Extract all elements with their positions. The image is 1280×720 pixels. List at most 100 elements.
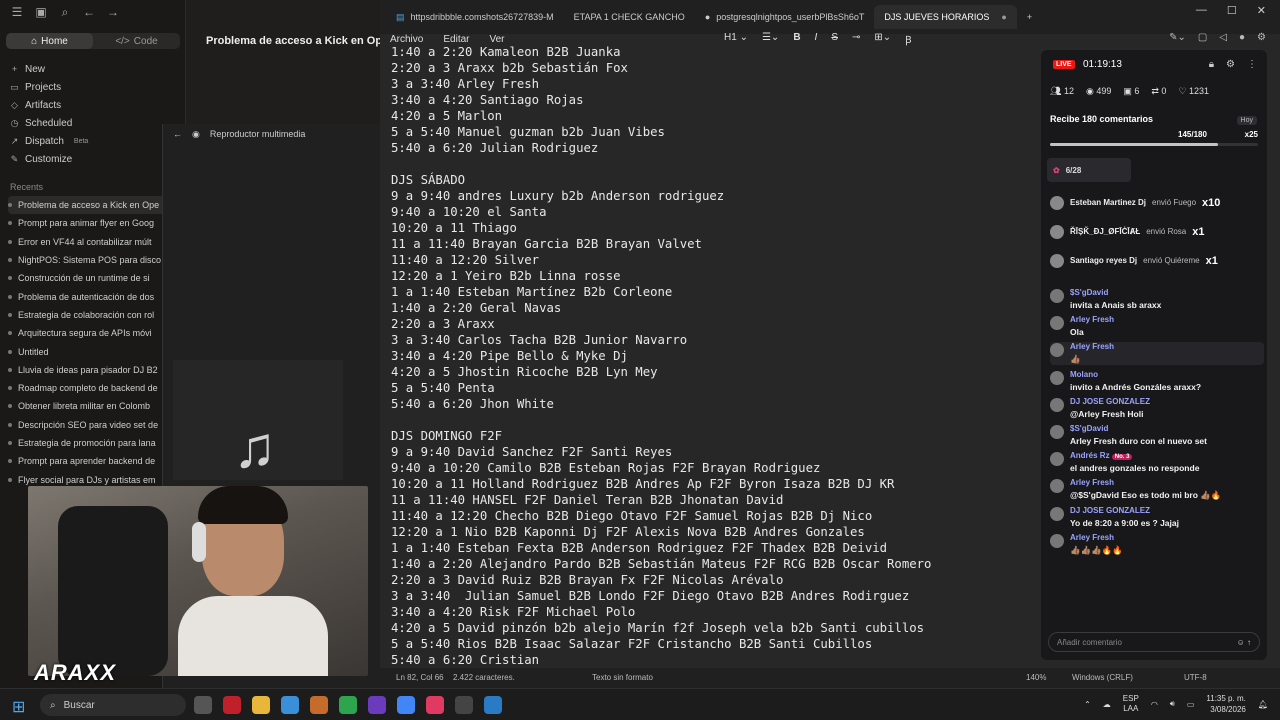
settings-icon[interactable]: ⚙ bbox=[1257, 32, 1266, 43]
nav-scheduled[interactable]: ◷ Scheduled bbox=[10, 114, 88, 132]
notepad-icon[interactable] bbox=[484, 696, 502, 714]
recent-chat-item[interactable]: Problema de autenticación de dos bbox=[8, 287, 164, 305]
sidebar-toggle-icon[interactable]: ▣ bbox=[34, 5, 48, 20]
comment-input[interactable]: Añadir comentario ☺ ↑ bbox=[1048, 632, 1260, 652]
forward-icon[interactable]: → bbox=[106, 5, 120, 20]
music-note-icon: ♫ bbox=[233, 415, 277, 480]
chat-message[interactable]: $S'gDavid invita a Anais sb araxx bbox=[1050, 288, 1264, 310]
tab-postgres[interactable]: ● postgresqlnightpos_userbPlBsSh6oT bbox=[695, 5, 875, 29]
share-icon[interactable]: ▢ bbox=[1198, 32, 1207, 43]
nav-dispatch[interactable]: ↗ Dispatch Beta bbox=[10, 132, 89, 150]
message-text: invita a Anais sb araxx bbox=[1070, 300, 1162, 310]
shirt bbox=[178, 596, 328, 676]
notifications-icon[interactable]: 🔔︎ bbox=[1258, 700, 1268, 709]
tab-etapa[interactable]: ETAPA 1 CHECK GANCHO bbox=[564, 5, 695, 29]
copilot-icon[interactable]: ✎⌄ bbox=[1169, 32, 1186, 43]
settings-icon[interactable]: ⚙ bbox=[1226, 59, 1235, 70]
nav-customize[interactable]: ✎ Customize bbox=[10, 150, 88, 168]
tiktok-icon[interactable] bbox=[426, 696, 444, 714]
store-icon[interactable] bbox=[281, 696, 299, 714]
opera-icon[interactable] bbox=[223, 696, 241, 714]
chat-message[interactable]: Arley Fresh 👍🏽 bbox=[1050, 342, 1264, 365]
lock-icon[interactable]: 🔒︎ bbox=[1209, 59, 1214, 70]
goal-progress-fill bbox=[1050, 143, 1218, 146]
chat-message[interactable]: Andrés Rz No. 3 el andres gonzales no res… bbox=[1050, 451, 1264, 473]
clock[interactable]: 11:35 p. m. 3/08/2026 bbox=[1206, 693, 1245, 715]
tab-code[interactable]: </> Code bbox=[93, 33, 180, 49]
recent-chat-item[interactable]: NightPOS: Sistema POS para disco bbox=[8, 251, 164, 269]
nav-projects[interactable]: ▭ Projects bbox=[10, 78, 88, 96]
language-indicator[interactable]: ESP LAA bbox=[1123, 694, 1139, 714]
nav-new[interactable]: + New bbox=[10, 60, 88, 78]
recent-chat-item[interactable]: Arquitectura segura de APIs móvi bbox=[8, 324, 164, 342]
menu-icon[interactable]: ☰ bbox=[10, 5, 24, 20]
gaming-chair bbox=[58, 506, 168, 676]
menu-ver[interactable]: Ver bbox=[489, 34, 504, 45]
maximize-icon[interactable]: ☐ bbox=[1227, 4, 1237, 17]
chevron-up-icon[interactable]: ⌃ bbox=[1084, 700, 1091, 709]
whatsapp-icon[interactable] bbox=[339, 696, 357, 714]
file-explorer-icon[interactable] bbox=[252, 696, 270, 714]
battery-icon[interactable]: ▭ bbox=[1187, 700, 1195, 709]
windows-start-icon[interactable]: ⊞ bbox=[12, 697, 25, 717]
announce-icon[interactable]: ◁ bbox=[1219, 32, 1227, 43]
more-icon[interactable]: ⋮ bbox=[1247, 59, 1257, 70]
encoding[interactable]: UTF-8 bbox=[1184, 673, 1207, 682]
chat-dot-icon bbox=[8, 294, 12, 299]
volume-icon[interactable]: 🔊︎ bbox=[1170, 699, 1175, 709]
chat-message[interactable]: Arley Fresh @$S'gDavid Eso es todo mi bro… bbox=[1050, 478, 1264, 501]
app-icon[interactable] bbox=[310, 696, 328, 714]
recent-chat-item[interactable]: Descripción SEO para video set de bbox=[8, 416, 164, 434]
tab-home[interactable]: ⌂ Home bbox=[6, 33, 93, 49]
chat-message[interactable]: DJ JOSE GONZALEZ @Arley Fresh Holi bbox=[1050, 397, 1264, 419]
chat-message[interactable]: Arley Fresh Ola bbox=[1050, 315, 1264, 337]
recent-chat-item[interactable]: Construcción de un runtime de si bbox=[8, 269, 164, 287]
avatar[interactable]: ● bbox=[1239, 32, 1245, 43]
chat-message[interactable]: Molano invito a Andrés Gonzáles araxx? bbox=[1050, 370, 1264, 392]
line-ending[interactable]: Windows (CRLF) bbox=[1072, 673, 1133, 682]
app-icon[interactable] bbox=[368, 696, 386, 714]
wifi-icon[interactable]: ◠ bbox=[1151, 700, 1158, 709]
recent-chat-item[interactable]: Obtener libreta militar en Colomb bbox=[8, 397, 164, 415]
chat-message[interactable]: Arley Fresh 👍🏽👍🏽👍🏽🔥🔥 bbox=[1050, 533, 1264, 556]
back-icon[interactable]: ← bbox=[82, 5, 96, 20]
zoom-level[interactable]: 140% bbox=[1026, 673, 1046, 682]
recent-chat-item[interactable]: Error en VF44 al contabilizar múlt bbox=[8, 233, 164, 251]
recent-chat-item[interactable]: Prompt para animar flyer en Goog bbox=[8, 214, 164, 232]
nav-artifacts[interactable]: ◇ Artifacts bbox=[10, 96, 88, 114]
tab-djs-jueves[interactable]: DJS JUEVES HORARIOS ● bbox=[874, 5, 1017, 29]
recent-chat-item[interactable]: Lluvia de ideas para pisador DJ B2 bbox=[8, 361, 164, 379]
chat-message[interactable]: $S'gDavid Arley Fresh duro con el nuevo s… bbox=[1050, 424, 1264, 446]
chat-message[interactable]: DJ JOSE GONZALEZ Yo de 8:20 a 9:00 es ? J… bbox=[1050, 506, 1264, 528]
message-body: Arley Fresh 👍🏽 bbox=[1070, 342, 1114, 365]
new-tab-button[interactable]: + bbox=[1017, 5, 1042, 29]
message-body: Arley Fresh Ola bbox=[1070, 315, 1114, 337]
gift-counter[interactable]: ✿ 6/28 bbox=[1047, 158, 1131, 182]
menu-archivo[interactable]: Archivo bbox=[390, 34, 423, 45]
send-icon[interactable]: ☺ ↑ bbox=[1237, 638, 1251, 647]
avatar bbox=[1050, 224, 1064, 239]
onedrive-icon[interactable]: ☁ bbox=[1103, 700, 1111, 709]
recent-chat-item[interactable]: Estrategia de promoción para lana bbox=[8, 434, 164, 452]
format-label[interactable]: Texto sin formato bbox=[592, 673, 653, 682]
text-editor[interactable]: 1:40 a 2:20 Kamaleon B2B Juanka 2:20 a 3… bbox=[391, 44, 1041, 666]
recent-chat-item[interactable]: Estrategia de colaboración con rol bbox=[8, 306, 164, 324]
recent-chat-item[interactable]: Problema de acceso a Kick en Ope bbox=[8, 196, 164, 215]
recent-chat-item[interactable]: Untitled bbox=[8, 342, 164, 360]
minimize-icon[interactable]: — bbox=[1196, 4, 1207, 17]
search-icon[interactable]: ⌕ bbox=[58, 5, 72, 20]
recent-chat-item[interactable]: Roadmap completo de backend de bbox=[8, 379, 164, 397]
close-icon[interactable]: ✕ bbox=[1257, 4, 1266, 17]
code-icon: </> bbox=[115, 35, 130, 47]
message-text: Ola bbox=[1070, 327, 1084, 337]
message-body: Andrés Rz No. 3 el andres gonzales no res… bbox=[1070, 451, 1199, 473]
back-arrow-icon[interactable]: ← bbox=[173, 129, 182, 139]
menu-editar[interactable]: Editar bbox=[443, 34, 469, 45]
tab-dribbble[interactable]: ▤ httpsdribbble.comshots26727839-M bbox=[386, 5, 564, 29]
taskbar-search[interactable]: ⌕ Buscar bbox=[40, 694, 186, 716]
chrome-icon[interactable] bbox=[397, 696, 415, 714]
task-view-icon[interactable] bbox=[194, 696, 212, 714]
folder-icon: ▭ bbox=[10, 81, 19, 92]
media-icon[interactable] bbox=[455, 696, 473, 714]
recent-chat-item[interactable]: Prompt para aprender backend de bbox=[8, 452, 164, 470]
